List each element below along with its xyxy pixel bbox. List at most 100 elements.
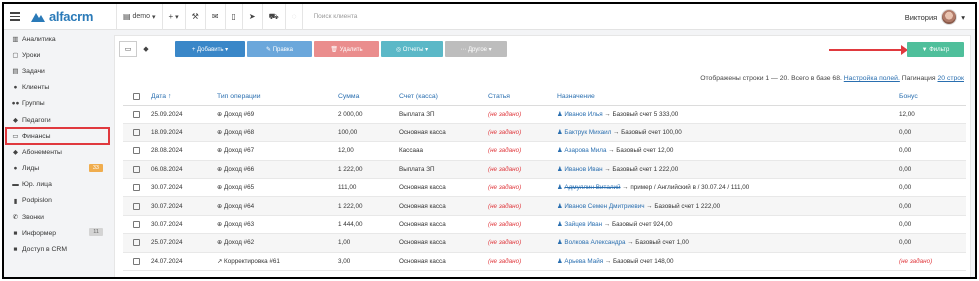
cell-type[interactable]: ⊕ Доход #69 [217, 105, 338, 124]
client-link[interactable]: Адмуллин Виталий [564, 184, 620, 191]
row-checkbox[interactable] [133, 147, 140, 155]
table-row[interactable]: 30.07.2024 ⊕ Доход #64 1 222,00 Основная ка… [123, 196, 966, 216]
fields-settings-link[interactable]: Настройка полей. [844, 75, 900, 82]
sidebar-item-5[interactable]: ◆ Педагоги [4, 112, 111, 128]
row-checkbox[interactable] [133, 110, 140, 118]
sidebar-item-6[interactable]: ▭ Финансы [5, 127, 110, 146]
row-select [123, 141, 151, 161]
row-checkbox[interactable] [133, 165, 140, 173]
tools-button[interactable]: ⚒ [184, 4, 205, 30]
user-menu[interactable]: Виктория ▾ [905, 4, 975, 30]
cell-account: Кассааа [399, 141, 488, 161]
col-purpose[interactable]: Назначение [557, 88, 899, 106]
table-row[interactable]: 28.08.2024 ⊕ Доход #67 12,00 Кассааа (не зад… [123, 141, 966, 161]
client-link[interactable]: Иванов Илья [564, 111, 602, 118]
avatar[interactable] [941, 9, 958, 25]
sidebar-item-8[interactable]: ● Лиды 33 [4, 161, 111, 177]
col-account[interactable]: Счет (касса) [399, 88, 488, 106]
quick-add-button[interactable]: + ▾ [161, 4, 185, 30]
sidebar-item-11[interactable]: ✆ Звонки [4, 209, 111, 225]
select-all-header [123, 88, 151, 106]
pagination-link[interactable]: 20 строк [938, 75, 965, 82]
sidebar-item-10[interactable]: ▮ Podpislon [4, 193, 111, 209]
sidebar-item-9[interactable]: ▬ Юр. лица [4, 177, 111, 193]
cart-button[interactable]: ⛟ [261, 4, 285, 30]
cell-article: (не задано) [488, 215, 557, 235]
table-row[interactable]: 30.07.2024 ⊕ Доход #65 111,00 Основная касс… [123, 178, 966, 198]
cell-sum: 3,00 [338, 252, 399, 272]
cell-type[interactable]: ⊕ Доход #67 [217, 141, 338, 161]
sidebar-item-2[interactable]: ▤ Задачи [4, 63, 111, 79]
tag-icon: ◆ [13, 149, 18, 157]
sidebar-item-13[interactable]: ■ Доступ в CRM [4, 241, 111, 257]
col-date[interactable]: Дата ↑ [151, 88, 217, 106]
cell-type[interactable]: ⊕ Доход #68 [217, 123, 338, 143]
client-link[interactable]: Бактрук Михаил [564, 129, 611, 136]
table-row[interactable]: 18.09.2024 ⊕ Доход #68 100,00 Основная касс… [123, 123, 966, 143]
cell-date: 25.09.2024 [151, 105, 217, 124]
cell-type[interactable]: ⊕ Доход #63 [217, 215, 338, 235]
cell-type[interactable]: ⊕ Доход #66 [217, 160, 338, 180]
col-article[interactable]: Статья [488, 88, 557, 106]
table-row[interactable]: 25.09.2024 ⊕ Доход #69 2 000,00 Выплата ЗП(… [123, 105, 966, 124]
branch-selector[interactable]: ▤ demo ▾ [116, 4, 162, 30]
spinner-icon: ◌ [291, 12, 297, 21]
cell-sum: 1 444,00 [338, 215, 399, 235]
mobile-button[interactable]: ▯ [224, 4, 242, 30]
purpose-text: → Базовый счет 1 222,00 [602, 165, 679, 173]
sidebar-item-7[interactable]: ◆ Абонементы [4, 144, 111, 160]
select-all-checkbox[interactable] [133, 92, 140, 100]
row-checkbox[interactable] [133, 257, 140, 265]
menu-toggle-icon[interactable] [4, 4, 26, 30]
group-icon: ●● [11, 100, 20, 108]
cell-type[interactable]: ⊕ Доход #65 [217, 178, 338, 198]
search-box[interactable]: Поиск клиента [302, 4, 363, 30]
wrench-icon: ⚒ [191, 12, 199, 21]
row-checkbox[interactable] [133, 220, 140, 228]
sidebar-item-label: Аналитика [22, 35, 56, 43]
row-checkbox[interactable] [133, 129, 140, 136]
table-row[interactable]: 06.08.2024 ⊕ Доход #66 1 222,00 Выплата ЗП(… [123, 160, 966, 180]
sidebar-item-4[interactable]: ●● Группы [4, 96, 111, 112]
col-sum[interactable]: Сумма [338, 88, 399, 106]
annotation-arrow [829, 45, 908, 55]
filter-button[interactable]: ▼ Фильтр [907, 42, 964, 57]
col-type[interactable]: Тип операции [217, 88, 338, 106]
add-button[interactable]: + Добавить ▾ [175, 41, 245, 57]
row-checkbox[interactable] [133, 239, 140, 247]
col-bonus[interactable]: Бонус [899, 88, 966, 106]
client-link[interactable]: Зайцев Иван [564, 221, 602, 228]
reports-button[interactable]: ◎ Отчеты ▾ [381, 41, 443, 57]
logo[interactable]: alfacrm [30, 9, 116, 24]
search-input[interactable]: Поиск клиента [313, 13, 357, 20]
telegram-button[interactable]: ➤ [241, 4, 262, 30]
view-toggle-button[interactable]: ▭ [119, 41, 137, 57]
loading-indicator: ◌ [284, 4, 303, 30]
client-link[interactable]: Иванов Семен Дмитриевич [564, 203, 644, 210]
mail-button[interactable]: ✉ [204, 4, 225, 30]
tag-icon: ◆ [143, 46, 149, 53]
sidebar-item-3[interactable]: ● Клиенты [4, 80, 111, 96]
client-link[interactable]: Азарова Мила [564, 147, 606, 154]
other-button[interactable]: ⋯ Другое ▾ [445, 41, 507, 57]
table-row[interactable]: 24.07.2024 ↗ Корректировка #61 3,00 Основна… [123, 252, 966, 272]
cell-type[interactable]: ↗ Корректировка #61 [217, 252, 338, 272]
row-checkbox[interactable] [133, 202, 140, 210]
client-link[interactable]: Волкова Александра [564, 239, 625, 246]
chevron-down-icon: ▾ [961, 12, 965, 22]
delete-button[interactable]: 🗑 Удалить [314, 41, 379, 57]
client-link[interactable]: Иванов Иван [564, 166, 602, 173]
sidebar-item-12[interactable]: ■ Информер 11 [4, 225, 111, 241]
cell-type[interactable]: ⊕ Доход #64 [217, 196, 338, 216]
edit-button[interactable]: ✎ Правка [247, 41, 312, 57]
client-link[interactable]: Арьева Майя [564, 258, 603, 265]
sidebar-item-1[interactable]: ▢ Уроки [4, 47, 111, 63]
cell-type[interactable]: ⊕ Доход #62 [217, 233, 338, 253]
cell-account: Основная касса [399, 178, 488, 198]
row-checkbox[interactable] [133, 184, 140, 192]
sidebar-item-0[interactable]: ▥ Аналитика [4, 31, 111, 47]
tags-button[interactable]: ◆ [139, 41, 153, 57]
table-row[interactable]: 25.07.2024 ⊕ Доход #62 1,00 Основная касса(… [123, 233, 966, 253]
table-row[interactable]: 30.07.2024 ⊕ Доход #63 1 444,00 Основная ка… [123, 215, 966, 235]
cell-date: 18.09.2024 [151, 123, 217, 143]
